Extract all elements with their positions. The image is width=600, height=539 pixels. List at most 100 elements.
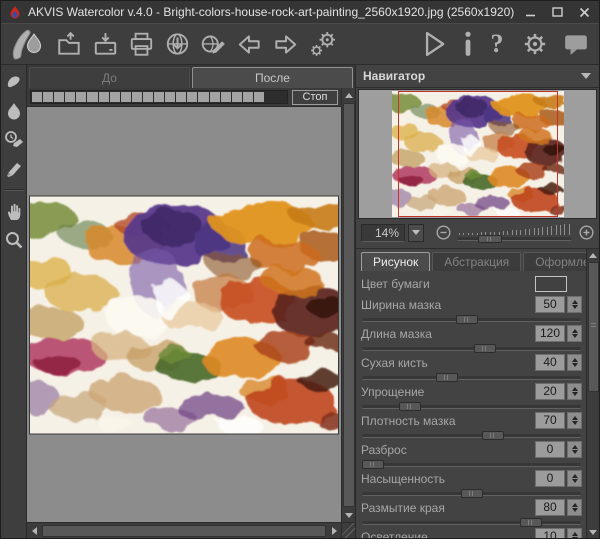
- minimize-button[interactable]: [524, 6, 536, 18]
- param-slider[interactable]: [362, 521, 581, 525]
- tab-abstraction[interactable]: Абстракция: [432, 252, 521, 271]
- history-brush-tool-icon[interactable]: [3, 130, 25, 150]
- help-icon[interactable]: ?: [487, 30, 507, 58]
- param-spinner[interactable]: [567, 412, 582, 429]
- batch-processing-icon[interactable]: [308, 29, 338, 59]
- maximize-button[interactable]: [551, 6, 563, 18]
- zoom-tool-icon[interactable]: [4, 230, 24, 250]
- param-spinner[interactable]: [567, 441, 582, 458]
- open-icon[interactable]: [56, 31, 83, 58]
- spinner-up-icon[interactable]: [572, 355, 578, 362]
- param-slider-handle[interactable]: [482, 431, 504, 440]
- spinner-up-icon[interactable]: [572, 413, 578, 420]
- spinner-up-icon[interactable]: [572, 529, 578, 536]
- hand-tool-icon[interactable]: [5, 201, 23, 221]
- vertical-scroll-thumb[interactable]: [343, 103, 355, 507]
- zoom-value-field[interactable]: 14%: [361, 224, 405, 242]
- param-spinner[interactable]: [567, 296, 582, 313]
- param-value-field[interactable]: 20: [535, 383, 565, 400]
- zoom-slider[interactable]: [457, 222, 572, 244]
- blur-tool-icon[interactable]: [5, 101, 23, 121]
- tab-decoration[interactable]: Оформление: [523, 252, 586, 271]
- scroll-down-icon[interactable]: [342, 508, 356, 522]
- params-scrollbar[interactable]: [586, 249, 599, 538]
- smudge-tool-icon[interactable]: [4, 72, 24, 92]
- spinner-down-icon[interactable]: [572, 537, 578, 538]
- navigator-view-frame[interactable]: [398, 91, 558, 217]
- print-icon[interactable]: [128, 31, 155, 58]
- spinner-down-icon[interactable]: [572, 421, 578, 428]
- navigator-collapse-icon[interactable]: [581, 73, 591, 84]
- param-slider[interactable]: [362, 434, 581, 438]
- param-spinner[interactable]: [567, 499, 582, 516]
- navigator-thumbnail[interactable]: [358, 89, 597, 219]
- param-slider[interactable]: [362, 318, 581, 322]
- spinner-down-icon[interactable]: [572, 334, 578, 341]
- spinner-up-icon[interactable]: [572, 384, 578, 391]
- spinner-down-icon[interactable]: [572, 305, 578, 312]
- param-slider[interactable]: [362, 492, 581, 496]
- vertical-scrollbar[interactable]: [342, 88, 355, 522]
- run-icon[interactable]: [419, 29, 449, 59]
- spinner-up-icon[interactable]: [572, 500, 578, 507]
- param-value-field[interactable]: 0: [535, 470, 565, 487]
- param-value-field[interactable]: 40: [535, 354, 565, 371]
- zoom-in-icon[interactable]: [578, 225, 594, 241]
- save-icon[interactable]: [92, 31, 119, 58]
- param-value-field[interactable]: 10: [535, 528, 565, 538]
- param-slider-handle[interactable]: [461, 489, 483, 498]
- param-slider-handle[interactable]: [474, 344, 496, 353]
- param-value-field[interactable]: 50: [535, 296, 565, 313]
- redo-icon[interactable]: [272, 31, 299, 58]
- feedback-icon[interactable]: [563, 32, 589, 56]
- param-slider-handle[interactable]: [456, 315, 478, 324]
- spinner-up-icon[interactable]: [572, 471, 578, 478]
- tab-before[interactable]: До: [29, 67, 190, 88]
- paper-color-swatch[interactable]: [535, 276, 567, 292]
- stop-button[interactable]: Стоп: [292, 90, 338, 105]
- tab-drawing[interactable]: Рисунок: [361, 252, 430, 271]
- param-slider[interactable]: [362, 463, 581, 467]
- param-value-field[interactable]: 120: [535, 325, 565, 342]
- params-scroll-up-icon[interactable]: [586, 249, 600, 261]
- horizontal-scroll-thumb[interactable]: [42, 525, 326, 537]
- param-slider[interactable]: [362, 405, 581, 409]
- param-spinner[interactable]: [567, 325, 582, 342]
- spinner-up-icon[interactable]: [572, 442, 578, 449]
- scroll-right-icon[interactable]: [327, 524, 341, 538]
- eraser-brush-tool-icon[interactable]: [4, 159, 24, 179]
- tab-after[interactable]: После: [192, 67, 353, 88]
- info-icon[interactable]: [462, 31, 474, 57]
- param-spinner[interactable]: [567, 354, 582, 371]
- spinner-down-icon[interactable]: [572, 479, 578, 486]
- zoom-slider-track[interactable]: [457, 237, 572, 241]
- param-slider-handle[interactable]: [362, 460, 384, 469]
- spinner-down-icon[interactable]: [572, 508, 578, 515]
- horizontal-scrollbar[interactable]: [27, 522, 341, 538]
- param-slider[interactable]: [362, 376, 581, 380]
- param-value-field[interactable]: 0: [535, 441, 565, 458]
- spinner-down-icon[interactable]: [572, 450, 578, 457]
- result-image[interactable]: [29, 195, 339, 434]
- param-spinner[interactable]: [567, 528, 582, 538]
- param-value-field[interactable]: 80: [535, 499, 565, 516]
- zoom-out-icon[interactable]: [435, 225, 451, 241]
- spinner-down-icon[interactable]: [572, 363, 578, 370]
- params-scroll-down-icon[interactable]: [586, 526, 600, 538]
- param-slider-handle[interactable]: [399, 402, 421, 411]
- spinner-up-icon[interactable]: [572, 297, 578, 304]
- param-value-field[interactable]: 70: [535, 412, 565, 429]
- scroll-up-icon[interactable]: [342, 88, 356, 102]
- import-from-web-icon[interactable]: [164, 31, 191, 58]
- publish-to-web-icon[interactable]: [200, 31, 227, 58]
- spinner-up-icon[interactable]: [572, 326, 578, 333]
- preferences-icon[interactable]: [520, 29, 550, 59]
- param-slider-handle[interactable]: [436, 373, 458, 382]
- scroll-left-icon[interactable]: [27, 524, 41, 538]
- params-scroll-thumb[interactable]: [588, 262, 599, 392]
- param-slider-handle[interactable]: [520, 518, 542, 527]
- param-spinner[interactable]: [567, 470, 582, 487]
- zoom-slider-handle[interactable]: [478, 235, 502, 243]
- spinner-down-icon[interactable]: [572, 392, 578, 399]
- undo-icon[interactable]: [236, 31, 263, 58]
